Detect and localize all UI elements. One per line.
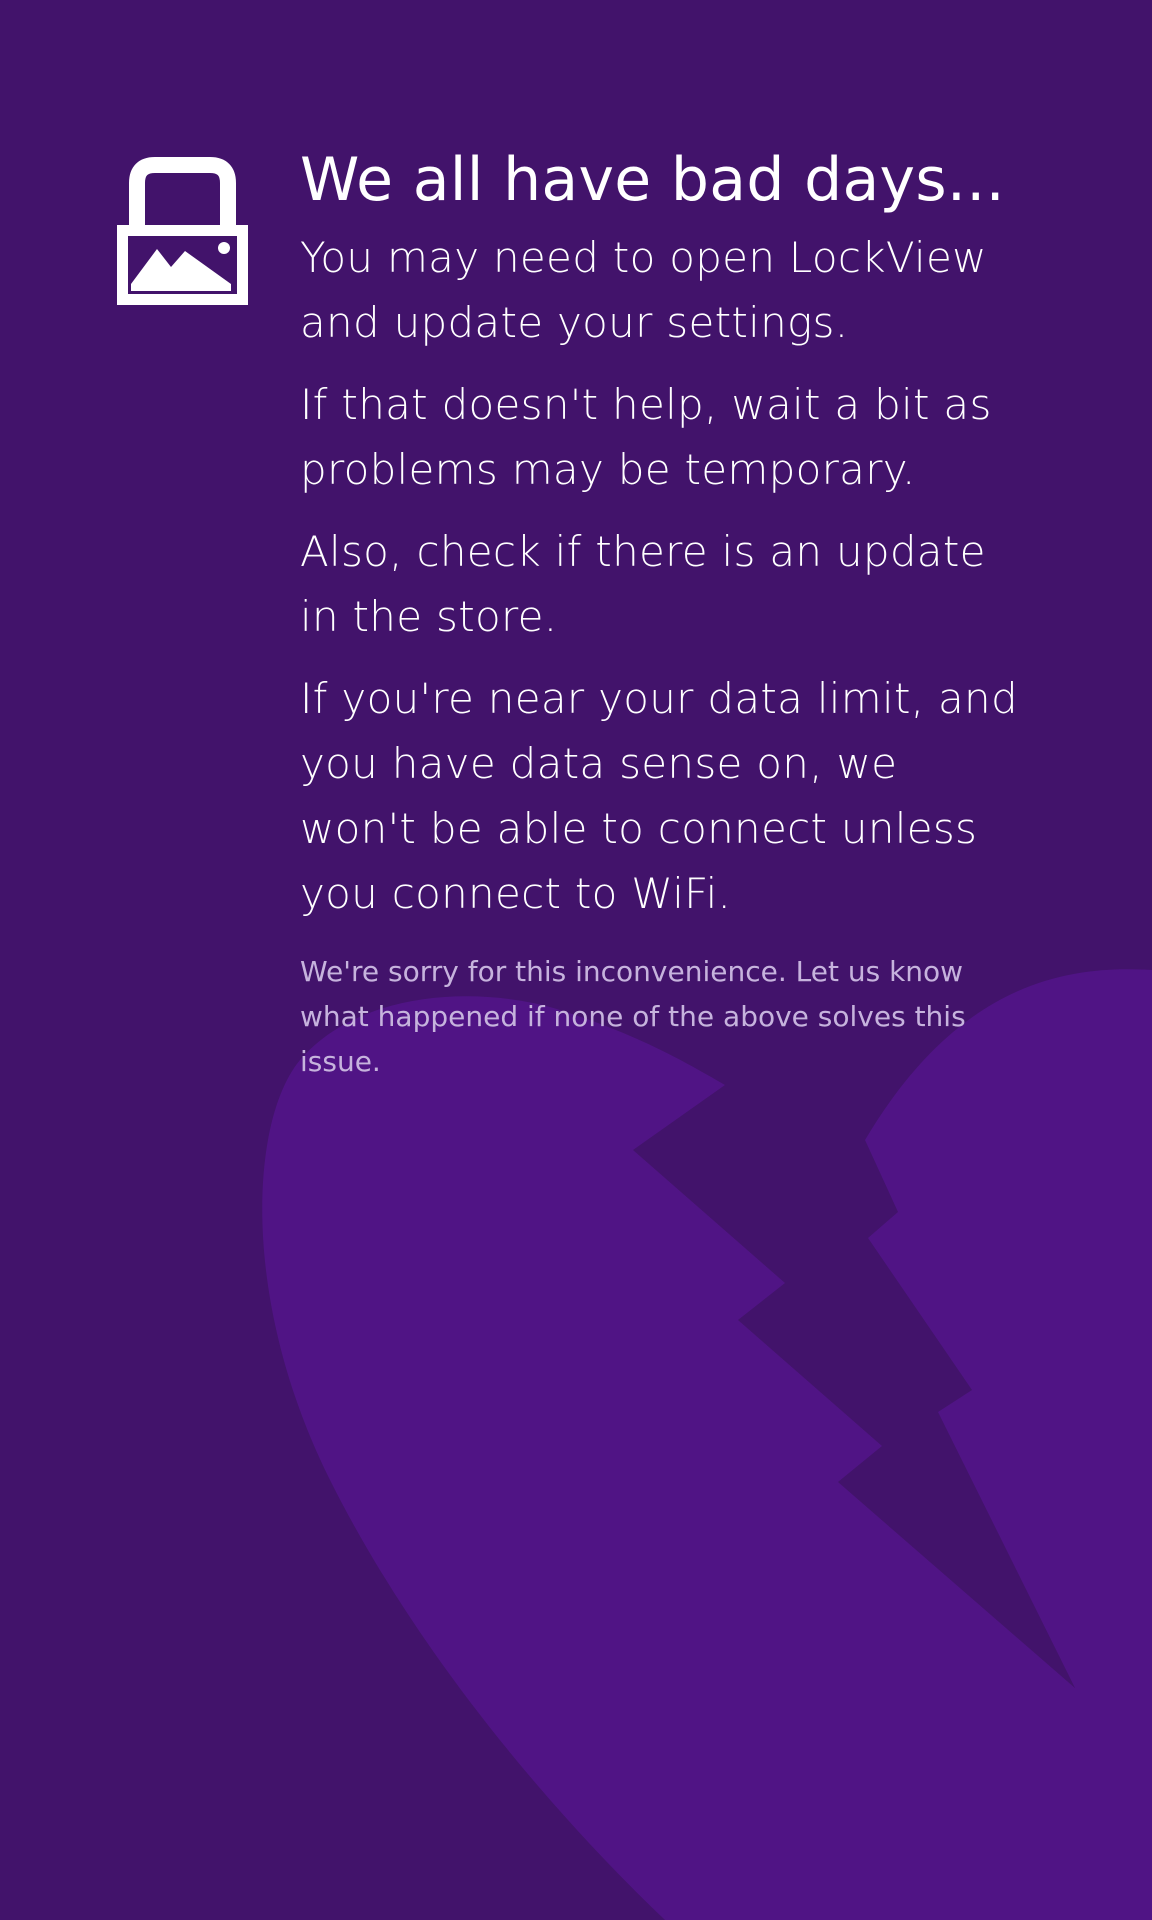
message-paragraph-wait: If that doesn't help, wait a bit as prob… (300, 380, 992, 494)
message-paragraph-settings: You may need to open LockView and update… (300, 233, 987, 347)
message-paragraph-data-limit: If you're near your data limit, and you … (300, 674, 1018, 918)
error-message: We all have bad days... You may need to … (300, 140, 1020, 1084)
lock-with-picture-icon (117, 157, 248, 305)
message-paragraph-store-update: Also, check if there is an update in the… (300, 527, 986, 641)
page-title: We all have bad days... (300, 145, 1006, 215)
apology-note: We're sorry for this inconvenience. Let … (300, 955, 966, 1078)
